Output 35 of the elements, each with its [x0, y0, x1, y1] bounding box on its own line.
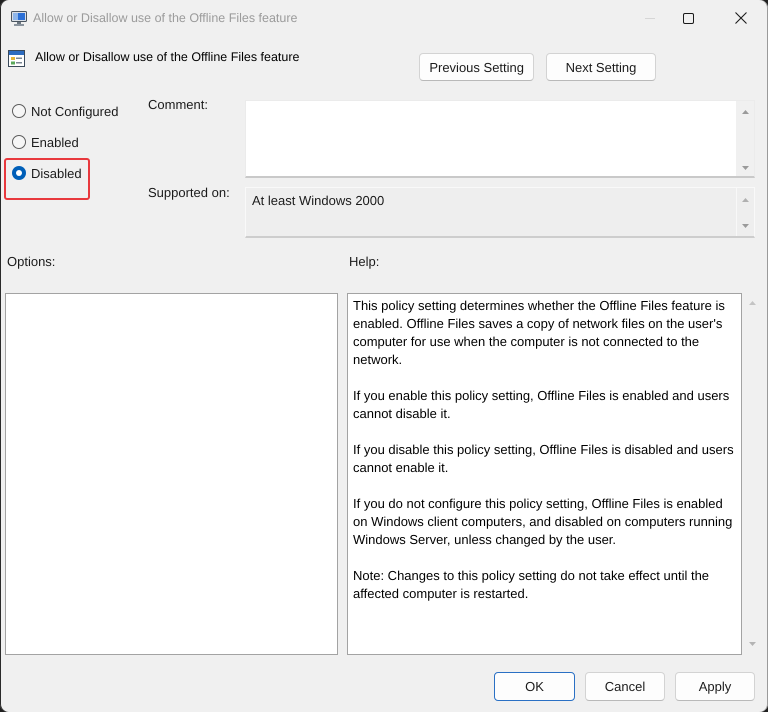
- window-title: Allow or Disallow use of the Offline Files feature: [33, 10, 298, 26]
- scrollbar[interactable]: [736, 101, 754, 176]
- maximize-icon[interactable]: [683, 12, 694, 24]
- scroll-up-icon[interactable]: [742, 110, 748, 114]
- radio-empty-icon[interactable]: [12, 104, 26, 118]
- radio-button[interactable]: Enabled: [12, 132, 79, 152]
- radio-button[interactable]: Not Configured: [12, 101, 118, 121]
- ok-button[interactable]: OK: [494, 672, 575, 701]
- scroll-down-icon[interactable]: [748, 642, 756, 646]
- help-paragraph: If you disable this policy setting, Offline Files is disabled and users cannot enable it.: [353, 441, 735, 477]
- comment-field[interactable]: [245, 100, 755, 178]
- scroll-down-icon[interactable]: [742, 166, 748, 170]
- cancel-button[interactable]: Cancel: [585, 672, 665, 701]
- supported-on-value: At least Windows 2000: [251, 192, 386, 210]
- setting-nav-button[interactable]: Next Setting: [546, 53, 656, 81]
- scroll-down-icon[interactable]: [742, 224, 749, 228]
- radio-empty-icon[interactable]: [12, 135, 26, 149]
- supported-on-label: Supported on:: [148, 185, 230, 201]
- setting-nav-button[interactable]: Previous Setting: [419, 53, 534, 81]
- radio-button[interactable]: Disabled: [12, 163, 82, 183]
- apply-button[interactable]: Apply: [675, 672, 755, 701]
- setting-name: Allow or Disallow use of the Offline Files feature: [35, 49, 300, 65]
- help-paragraph: If you do not configure this policy setting, Offline Files is enabled on Windows client computers, and disabled on computers running Windows Server, unless changed by the user.: [353, 495, 734, 549]
- comment-label: Comment:: [148, 97, 208, 113]
- scroll-up-icon[interactable]: [742, 198, 749, 202]
- help-label: Help:: [349, 253, 380, 271]
- computer-icon: [11, 10, 27, 26]
- help-paragraph: If you enable this policy setting, Offline Files is enabled and users cannot disable it.: [353, 387, 730, 423]
- radio-selected-icon[interactable]: [12, 166, 26, 180]
- options-label: Options:: [7, 253, 56, 271]
- help-paragraph: This policy setting determines whether the Offline Files feature is enabled. Offline Files saves a copy of network files on the user's computer for use when the computer is not connected to the network.: [353, 297, 726, 369]
- window-icon: [8, 50, 25, 67]
- close-icon[interactable]: [735, 12, 747, 24]
- help-paragraph: Note: Changes to this policy setting do not take effect until the affected computer is restarted.: [353, 567, 710, 603]
- scroll-up-icon[interactable]: [748, 301, 756, 305]
